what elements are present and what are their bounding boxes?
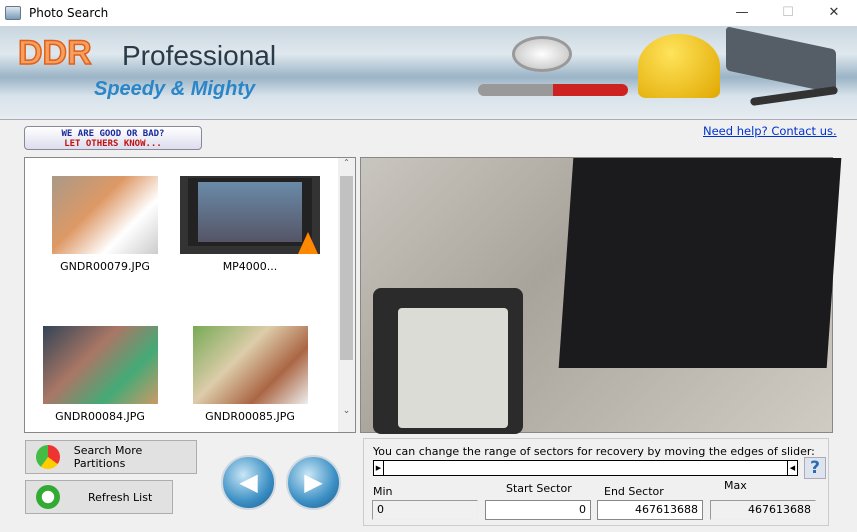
vertical-scrollbar[interactable]: ⌃ ⌄: [338, 158, 355, 432]
sector-range-panel: You can change the range of sectors for …: [363, 438, 829, 526]
start-sector-label: Start Sector: [506, 482, 572, 495]
maximize-button[interactable]: ☐: [765, 0, 811, 26]
hard-drive-image: [373, 288, 523, 434]
screwdriver-icon: [478, 84, 628, 96]
refresh-label: Refresh List: [88, 490, 153, 504]
pie-chart-icon: [36, 445, 60, 469]
slider-left-handle[interactable]: ▶: [374, 461, 384, 475]
feedback-button[interactable]: WE ARE GOOD OR BAD? LET OTHERS KNOW...: [24, 126, 202, 150]
book-icon: [726, 26, 836, 94]
sector-range-slider[interactable]: ▶ ◀: [373, 460, 798, 476]
feedback-line1: WE ARE GOOD OR BAD?: [61, 129, 165, 139]
list-item[interactable]: GNDR00084.JPG: [30, 326, 170, 423]
photo-thumbnail: [42, 326, 158, 404]
sector-instruction: You can change the range of sectors for …: [373, 445, 815, 458]
help-link[interactable]: Need help? Contact us.: [703, 124, 837, 138]
end-sector-input[interactable]: 467613688: [597, 500, 703, 520]
list-item[interactable]: GNDR00079.JPG: [35, 176, 175, 273]
photo-thumbnail: [192, 326, 308, 404]
pen-icon: [749, 85, 839, 107]
minimize-button[interactable]: —: [719, 0, 765, 26]
brand-logo: DDR: [17, 33, 92, 73]
vlc-icon: [298, 232, 318, 254]
photo-thumbnail: [52, 176, 158, 254]
max-label: Max: [724, 479, 747, 492]
refresh-icon: [36, 485, 60, 509]
window-title: Photo Search: [29, 6, 109, 20]
end-sector-label: End Sector: [604, 485, 664, 498]
slider-right-handle[interactable]: ◀: [787, 461, 797, 475]
banner: DDR Professional Speedy & Mighty: [0, 26, 857, 120]
next-button[interactable]: ▶: [286, 455, 341, 510]
min-label: Min: [373, 485, 393, 498]
previous-button[interactable]: ◀: [221, 455, 276, 510]
help-button[interactable]: ?: [804, 457, 826, 479]
file-name: GNDR00084.JPG: [55, 410, 145, 423]
hardhat-icon: [638, 34, 720, 98]
close-button[interactable]: ✕: [811, 0, 857, 26]
start-sector-input[interactable]: 0: [485, 500, 591, 520]
file-name: GNDR00079.JPG: [60, 260, 150, 273]
refresh-list-button[interactable]: Refresh List: [25, 480, 173, 514]
app-icon: [5, 6, 21, 20]
file-name: GNDR00085.JPG: [205, 410, 295, 423]
search-more-partitions-button[interactable]: Search More Partitions: [25, 440, 197, 474]
scrollbar-thumb[interactable]: [340, 176, 353, 360]
photo-preview: [360, 157, 842, 434]
list-item[interactable]: GNDR00085.JPG: [180, 326, 320, 423]
min-field: 0: [372, 500, 478, 520]
product-name: Professional: [122, 40, 277, 71]
magnifier-icon: [512, 36, 572, 72]
feedback-line2: LET OTHERS KNOW...: [64, 139, 162, 149]
video-thumbnail: [180, 176, 320, 254]
list-item[interactable]: MP4000...: [180, 176, 320, 273]
file-name: MP4000...: [222, 260, 278, 273]
laptop-image: [558, 158, 842, 368]
max-field: 467613688: [710, 500, 816, 520]
title-bar: Photo Search — ☐ ✕: [0, 0, 857, 26]
search-more-label: Search More Partitions: [73, 444, 143, 470]
tagline: Speedy & Mighty: [94, 78, 256, 100]
file-list[interactable]: GNDR00079.JPG MP4000... GNDR00084.JPG GN…: [24, 157, 356, 433]
